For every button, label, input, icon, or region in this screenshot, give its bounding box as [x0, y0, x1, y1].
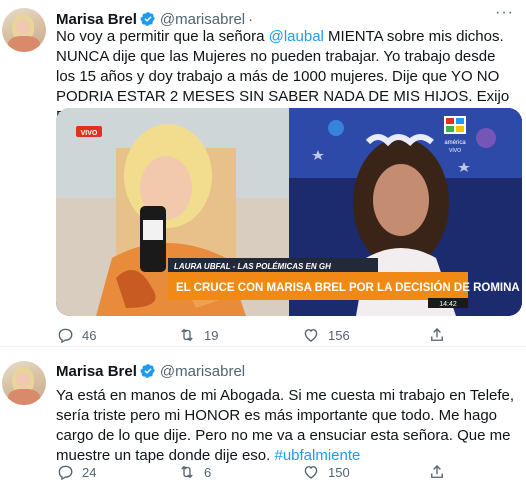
mention-link[interactable]: @laubal — [269, 28, 324, 45]
retweet-button[interactable]: 6 — [178, 463, 211, 481]
author-handle[interactable]: @marisabrel — [160, 11, 245, 28]
tweet-text: Ya está en manos de mi Abogada. Si me cu… — [56, 387, 515, 464]
verified-badge-icon — [140, 12, 155, 26]
clock-text: 14:42 — [439, 301, 457, 308]
author-name[interactable]: Marisa Brel — [56, 11, 137, 28]
tweet[interactable]: Marisa Brel @marisabrel Ya está en manos… — [0, 347, 526, 499]
retweet-icon — [181, 465, 193, 479]
live-badge-right-text: VIVO — [449, 148, 461, 154]
tweet-header: Marisa Brel @marisabrel · — [56, 9, 257, 29]
retweet-button[interactable]: 19 — [178, 326, 218, 344]
more-options-icon[interactable]: ··· — [495, 4, 514, 22]
separator-dot: · — [248, 10, 254, 28]
share-button[interactable] — [428, 326, 454, 344]
avatar[interactable] — [2, 361, 46, 405]
like-count: 150 — [328, 464, 350, 480]
reply-button[interactable]: 46 — [56, 326, 96, 344]
retweet-count: 6 — [204, 464, 212, 480]
reply-icon — [58, 465, 73, 481]
like-button[interactable]: 156 — [302, 326, 350, 344]
like-icon — [304, 466, 318, 479]
video-thumbnail[interactable]: VIVO américa VIVO LAURA UBFAL - LAS POLÉ… — [56, 108, 522, 316]
reply-count: 24 — [82, 464, 97, 480]
lower-third-headline: EL CRUCE CON MARISA BREL POR LA DECISIÓN… — [176, 281, 520, 294]
tweet-actions: 24 6 150 — [56, 463, 522, 483]
like-count: 156 — [328, 327, 350, 343]
retweet-count: 19 — [204, 327, 219, 343]
reply-count: 46 — [82, 327, 97, 343]
author-name[interactable]: Marisa Brel — [56, 363, 137, 380]
share-icon — [431, 328, 443, 341]
like-button[interactable]: 150 — [302, 463, 350, 481]
share-icon — [431, 465, 443, 478]
channel-logo-text: américa — [444, 140, 466, 146]
author-handle[interactable]: @marisabrel — [160, 363, 245, 380]
tweet[interactable]: Marisa Brel @marisabrel · ··· No voy a p… — [0, 0, 526, 347]
retweet-icon — [181, 328, 193, 342]
hashtag-link[interactable]: #ubfalmiente — [274, 447, 360, 464]
reply-button[interactable]: 24 — [56, 463, 96, 481]
share-button[interactable] — [428, 463, 454, 481]
verified-badge-icon — [140, 364, 155, 378]
avatar[interactable] — [2, 8, 46, 52]
tweet-actions: 46 19 156 — [56, 326, 522, 346]
live-badge-left-text: VIVO — [81, 130, 98, 137]
like-icon — [304, 329, 318, 342]
tweet-header: Marisa Brel @marisabrel — [56, 361, 245, 381]
lower-third-name: LAURA UBFAL - LAS POLÉMICAS EN GH — [174, 262, 331, 271]
reply-icon — [58, 328, 73, 344]
